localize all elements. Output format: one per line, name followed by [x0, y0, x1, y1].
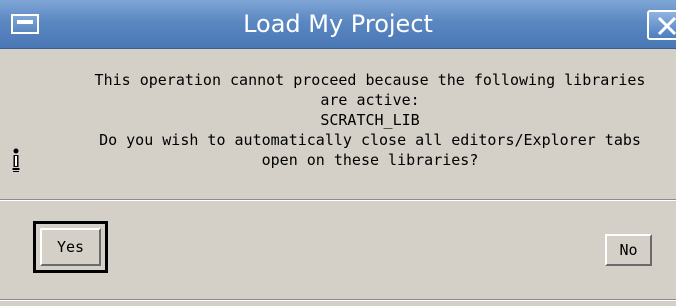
- title-bar[interactable]: Load My Project: [0, 0, 676, 49]
- message-line: open on these libraries?: [261, 151, 479, 169]
- window-menu-button[interactable]: [11, 14, 39, 34]
- message-line: Do you wish to automatically close all e…: [99, 131, 641, 149]
- bottom-separator: [0, 299, 676, 301]
- message-text: This operation cannot proceed because th…: [70, 70, 670, 170]
- message-line: This operation cannot proceed because th…: [94, 71, 646, 89]
- separator: [0, 199, 676, 201]
- library-name: SCRATCH_LIB: [320, 111, 420, 129]
- yes-button[interactable]: Yes: [40, 228, 101, 266]
- close-button[interactable]: [647, 10, 676, 40]
- window-title: Load My Project: [243, 10, 433, 38]
- message-line: are active:: [320, 91, 420, 109]
- close-icon: [657, 16, 676, 36]
- info-icon: [12, 148, 20, 172]
- message-area: This operation cannot proceed because th…: [0, 48, 676, 200]
- dialog-window: Load My Project This operation cannot pr…: [0, 0, 676, 306]
- no-button[interactable]: No: [605, 234, 652, 266]
